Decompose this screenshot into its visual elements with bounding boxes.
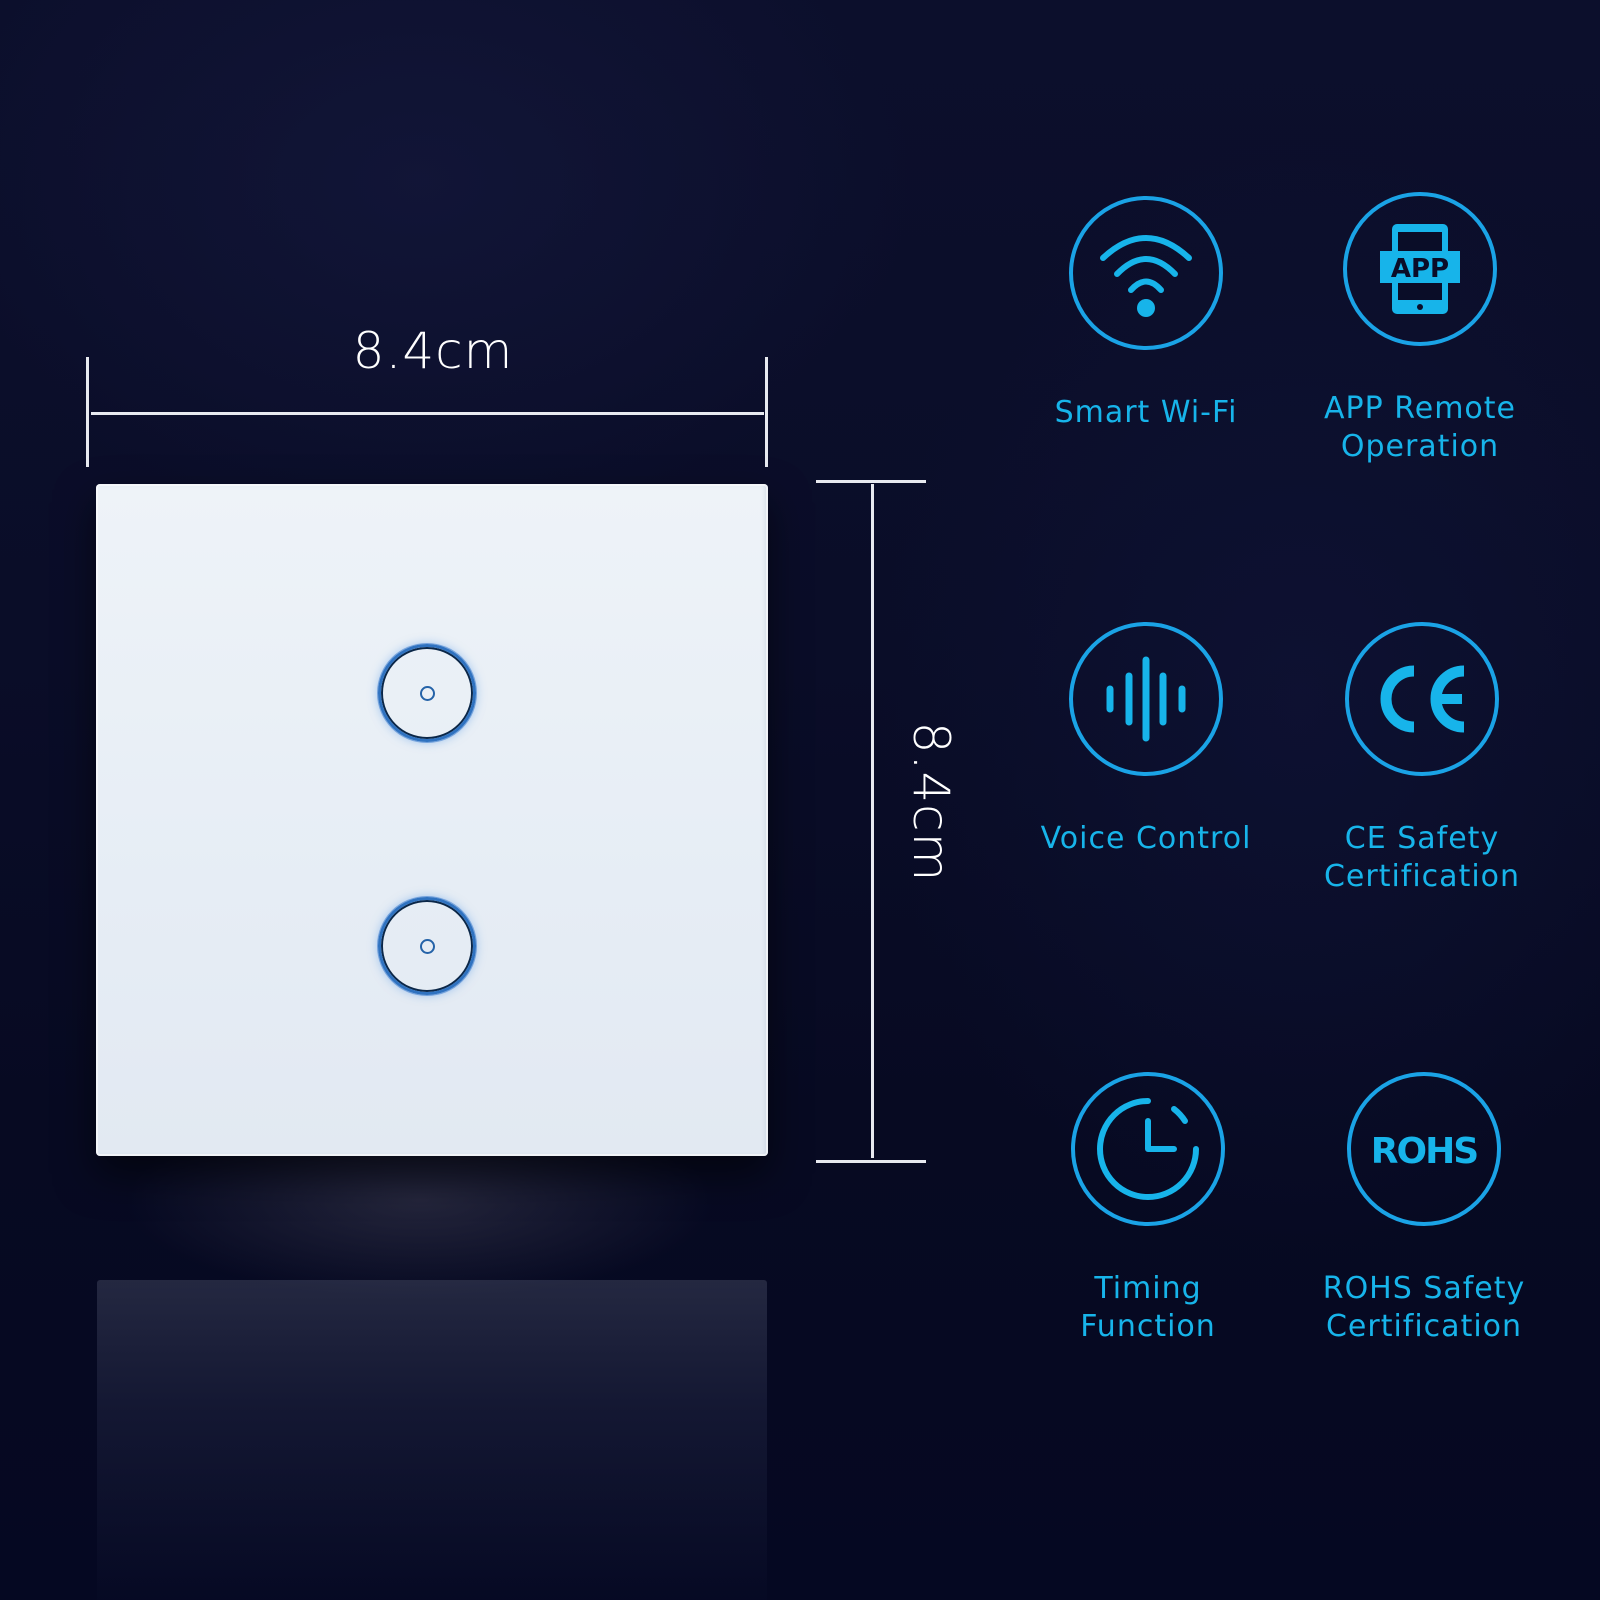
feature-circle (1345, 622, 1499, 776)
feature-timing-function: Timing Function (1018, 1072, 1278, 1346)
feature-smart-wifi: Smart Wi-Fi (1016, 196, 1276, 432)
feature-circle: APP (1343, 192, 1497, 346)
feature-circle (1069, 622, 1223, 776)
width-dimension-label: 8.4cm (352, 322, 514, 380)
height-dimension-label: 8.4cm (902, 721, 960, 883)
rohs-icon: ROHS (1371, 1131, 1479, 1172)
app-icon: APP (1380, 224, 1460, 314)
panel-reflection (97, 1280, 767, 1600)
app-icon-text: APP (1391, 254, 1449, 284)
height-dimension-line (871, 484, 874, 1158)
timer-icon (1097, 1098, 1199, 1200)
touch-button-1[interactable] (378, 644, 476, 742)
height-dimension-top-tick (816, 480, 926, 483)
indicator-dot (419, 938, 435, 954)
feature-ce-certification: CE Safety Certification (1292, 622, 1552, 896)
feature-circle (1069, 196, 1223, 350)
indicator-dot (419, 685, 435, 701)
feature-voice-control: Voice Control (1016, 622, 1276, 858)
width-dimension-left-tick (86, 357, 89, 467)
touch-button-2[interactable] (378, 897, 476, 995)
feature-rohs-certification: ROHS ROHS Safety Certification (1294, 1072, 1554, 1346)
feature-label: Smart Wi-Fi (1054, 395, 1238, 430)
voice-waveform-icon (1106, 656, 1186, 742)
rohs-icon-text: ROHS (1371, 1131, 1477, 1172)
feature-label: Voice Control (1040, 821, 1252, 856)
feature-label: APP Remote Operation (1324, 391, 1516, 464)
feature-label: CE Safety Certification (1323, 821, 1521, 894)
ce-mark-icon (1380, 665, 1465, 733)
switch-panel (96, 484, 768, 1156)
feature-app-remote: APP APP Remote Operation (1290, 192, 1550, 466)
wifi-icon (1100, 235, 1192, 317)
width-dimension-right-tick (765, 357, 768, 467)
feature-label: Timing Function (1080, 1271, 1216, 1344)
width-dimension-line (91, 412, 764, 415)
feature-circle (1071, 1072, 1225, 1226)
feature-circle: ROHS (1347, 1072, 1501, 1226)
feature-label: ROHS Safety Certification (1322, 1271, 1526, 1344)
height-dimension-bottom-tick (816, 1160, 926, 1163)
